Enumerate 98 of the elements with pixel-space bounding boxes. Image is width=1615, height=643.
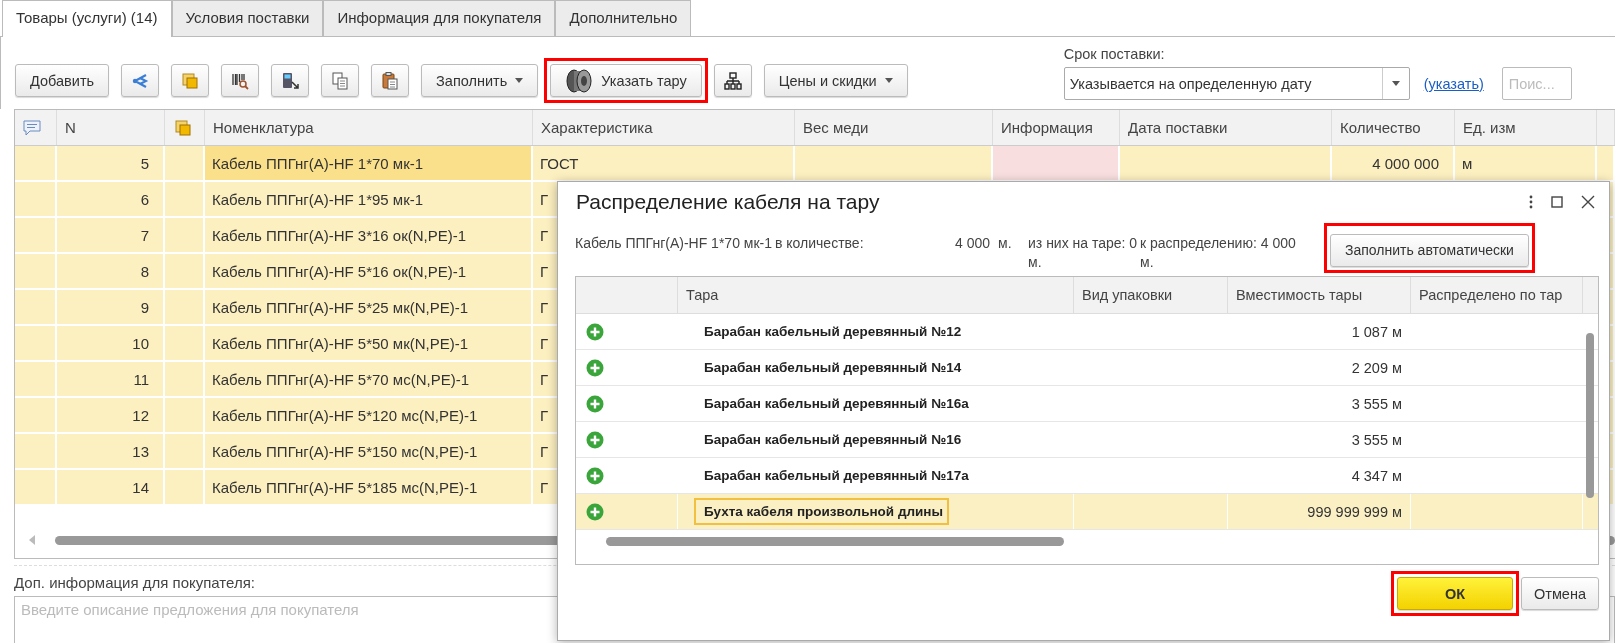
table-cell [165,146,205,180]
hierarchy-icon [722,70,743,91]
column-header: Вместимость тары [1228,277,1411,313]
column-header: N [57,110,165,145]
more-icon[interactable] [1529,195,1533,209]
toolbar-button[interactable] [271,64,310,97]
table-cell: 4 347 м [1228,458,1411,493]
close-icon[interactable] [1581,195,1595,209]
table-cell: 7 [57,218,165,252]
table-cell: 11 [57,362,165,396]
cable-reel-icon [565,68,594,93]
table-cell: Бухта кабеля произвольной длины [694,498,950,525]
column-header: Тара [678,277,1074,313]
table-cell: 12 [57,398,165,432]
search-field[interactable]: Поис... [1501,67,1572,100]
stacked-squares-icon [173,117,193,138]
caret-icon [884,78,893,83]
maximize-icon[interactable] [1551,196,1563,208]
table-cell: м [1455,146,1597,180]
table-cell: Кабель ППГнг(А)-HF 5*70 мс(N,PE)-1 [205,362,533,396]
add-button[interactable]: Добавить [15,64,110,97]
tab[interactable]: Условия поставки [171,0,324,36]
table-cell: 999 999 999 м [1228,494,1411,529]
add-icon [586,466,604,485]
field-label: Срок поставки: [1063,46,1166,62]
table-cell: Кабель ППГнг(А)-HF 5*120 мс(N,PE)-1 [205,398,533,432]
fill-auto-button[interactable]: Заполнить автоматически [1330,234,1529,267]
caret-icon [515,78,524,83]
add-icon [586,502,604,521]
table-cell-text: Барабан кабельный деревянный №17а [703,467,970,485]
table-cell-text: Барабан кабельный деревянный №12 [703,323,963,341]
item-name: Кабель ППГнг(А)-HF 1*70 мк-1 [575,234,773,253]
table-cell: Кабель ППГнг(А)-HF 5*150 мс(N,PE)-1 [205,434,533,468]
quantity-value: 4 000 [953,234,990,253]
column-header: Информация [993,110,1120,145]
scrollbar-thumb[interactable] [606,537,1064,546]
table-cell: 13 [57,434,165,468]
column-header: Характеристика [533,110,795,145]
table-cell: Кабель ППГнг(А)-HF 5*25 мк(N,PE)-1 [205,290,533,324]
paste-icon [380,70,401,91]
table-cell [15,146,57,180]
table-row[interactable]: 5 Кабель ППГнг(А)-HF 1*70 мк-1 ГОСТ 4 000 000 м [15,146,1615,182]
tab[interactable]: Дополнительно [555,0,692,36]
add-icon [586,322,604,341]
table-cell: 3 555 м [1228,386,1411,421]
add-icon [586,358,604,377]
table-cell: Кабель ППГнг(А)-HF 5*50 мк(N,PE)-1 [205,326,533,360]
column-header: Дата поставки [1120,110,1332,145]
table-cell: 8 [57,254,165,288]
table-cell: 14 [57,470,165,504]
table-cell: 4 000 000 [1332,146,1455,180]
column-header: Вид упаковки [1074,277,1228,313]
column-header: Ед. изм [1455,110,1597,145]
add-icon [586,430,604,449]
table-row[interactable]: Барабан кабельный деревянный №12 1 087 м [576,314,1598,350]
ok-button[interactable]: ОК [1396,577,1513,610]
table-cell: Кабель ППГнг(А)-HF 1*95 мк-1 [205,182,533,216]
scrollbar-thumb[interactable] [1586,333,1594,498]
on-tare-text: из них на таре: 0 м. [1028,234,1139,272]
tare-button[interactable]: Указать тару [550,64,702,97]
comment-icon [23,119,41,136]
column-header: Номенклатура [205,110,533,145]
stacked-squares-icon [180,70,201,91]
table-cell: 5 [57,146,165,180]
unit-label: м. [997,234,1013,253]
dropdown-button[interactable]: Заполнить [421,64,539,97]
toolbar-button[interactable] [221,64,260,97]
table-cell: Кабель ППГнг(А)-HF 3*16 ок(N,PE)-1 [205,218,533,252]
field-label: Доп. информация для покупателя: [14,574,256,591]
column-header: Количество [1332,110,1455,145]
table-cell: 9 [57,290,165,324]
column-header: Распределено по тар [1411,277,1583,313]
dropdown-button[interactable]: Цены и скидки [763,64,908,97]
table-cell: ГОСТ [533,146,795,180]
caret-icon [1391,81,1400,86]
table-cell: 3 555 м [1228,422,1411,457]
toolbar-button[interactable] [713,64,752,97]
table-cell: 6 [57,182,165,216]
column-header: Вес меди [795,110,993,145]
table-cell-text: Барабан кабельный деревянный №16 [703,431,963,449]
scanner-icon [280,70,301,91]
specify-link[interactable]: (указать) [1423,75,1484,92]
table-cell: Кабель ППГнг(А)-HF 1*70 мк-1 [205,146,533,180]
table-cell-text: Барабан кабельный деревянный №14 [703,359,963,377]
table-cell: Кабель ППГнг(А)-HF 5*185 мс(N,PE)-1 [205,470,533,504]
table-cell: 2 209 м [1228,350,1411,385]
table-cell: 10 [57,326,165,360]
tab[interactable]: Информация для покупателя [323,0,556,36]
add-icon [586,394,604,413]
delivery-select[interactable]: Указывается на определенную дату [1063,67,1410,100]
tab[interactable]: Товары (услуги) (14) [2,0,172,37]
to-distribute-text: к распределению: 4 000 м. [1140,234,1297,272]
table-row[interactable]: Бухта кабеля произвольной длины 999 999 999 м [576,494,1598,530]
table-cell-text: Барабан кабельный деревянный №16а [703,395,970,413]
table-cell: 1 087 м [1228,314,1411,349]
table-cell: Кабель ППГнг(А)-HF 5*16 ок(N,PE)-1 [205,254,533,288]
copy-icon [330,70,351,91]
cancel-button[interactable]: Отмена [1520,577,1599,610]
